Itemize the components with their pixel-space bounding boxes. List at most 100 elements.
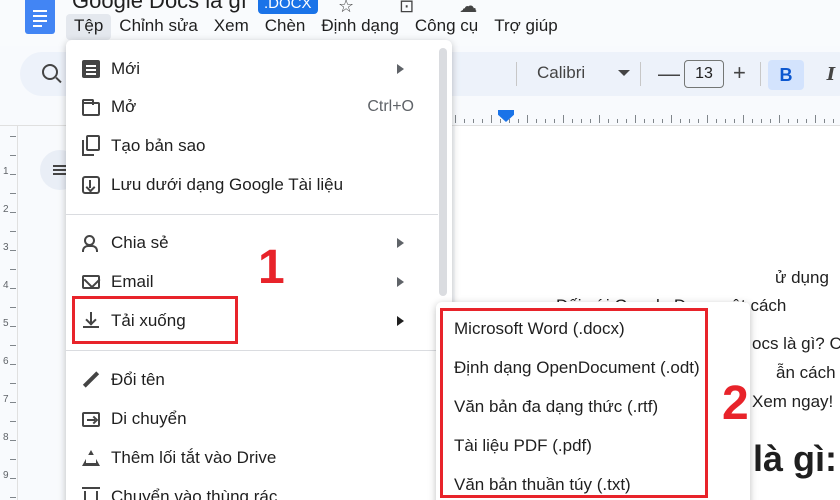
ruler-tick — [689, 119, 690, 123]
toolbar-divider — [760, 62, 761, 86]
ruler-tick — [464, 119, 465, 123]
file-type-badge: .DOCX — [258, 0, 318, 14]
document-title[interactable]: Google Docs là gì — [72, 0, 247, 14]
ruler-tick — [833, 119, 834, 123]
menu-item-share[interactable]: Chia sẻ — [66, 224, 442, 262]
ruler-tick — [10, 212, 16, 213]
ruler-tick — [500, 119, 501, 123]
ruler-tick — [10, 155, 16, 156]
vertical-ruler-number: 1 — [3, 166, 9, 177]
ruler-tick — [752, 119, 753, 123]
bold-button[interactable]: B — [768, 60, 804, 90]
menu-item-make-copy[interactable]: Tạo bản sao — [66, 127, 442, 165]
ruler-tick — [824, 119, 825, 123]
menu-item-rename[interactable]: Đổi tên — [66, 361, 442, 399]
ruler-tick — [554, 119, 555, 123]
font-family-select[interactable]: Calibri — [537, 63, 585, 83]
ruler-tick — [10, 478, 16, 479]
vertical-ruler-number: 4 — [3, 280, 9, 291]
ruler-tick — [608, 119, 609, 123]
ruler-tick — [10, 288, 16, 289]
ruler-tick — [10, 193, 16, 194]
ruler-tick — [761, 119, 762, 123]
pencil-icon — [82, 371, 100, 389]
ruler-tick — [644, 119, 645, 123]
menu-item-new[interactable]: Mới — [66, 50, 442, 88]
vertical-ruler[interactable]: 1 2 3 4 5 6 7 8 9 — [0, 126, 18, 500]
menu-scrollbar[interactable] — [439, 48, 447, 296]
increase-font-size-button[interactable]: + — [733, 60, 746, 86]
menu-item-open[interactable]: Mở Ctrl+O — [66, 88, 442, 126]
menu-help[interactable]: Trợ giúp — [486, 14, 565, 40]
menu-item-label: Lưu dưới dạng Google Tài liệu — [111, 175, 344, 194]
ruler-tick — [10, 250, 16, 251]
ruler-tick — [671, 115, 672, 123]
menu-bar: Tệp Chỉnh sửa Xem Chèn Định dạng Công cụ… — [66, 14, 566, 40]
menu-item-label: Di chuyển — [111, 409, 187, 428]
document-heading: là gì: — [753, 438, 838, 479]
vertical-ruler-number: 7 — [3, 394, 9, 405]
ruler-tick — [626, 119, 627, 123]
italic-button[interactable]: I — [816, 60, 840, 90]
save-icon — [82, 176, 100, 194]
menu-insert[interactable]: Chèn — [257, 14, 314, 40]
ruler-tick — [10, 136, 16, 137]
ruler-tick — [518, 119, 519, 123]
ruler-tick — [10, 364, 16, 365]
menu-item-add-shortcut[interactable]: Thêm lối tắt vào Drive — [66, 439, 442, 477]
ruler-tick — [473, 119, 474, 123]
docs-logo-icon[interactable] — [25, 0, 55, 34]
annotation-box-download — [72, 296, 238, 344]
menu-file[interactable]: Tệp — [66, 14, 112, 40]
menu-view[interactable]: Xem — [206, 14, 257, 40]
vertical-ruler-number: 5 — [3, 318, 9, 329]
ruler-tick — [509, 119, 510, 123]
vertical-ruler-number: 6 — [3, 356, 9, 367]
menu-item-label: Mới — [111, 59, 141, 78]
menu-item-save-as-google-doc[interactable]: Lưu dưới dạng Google Tài liệu — [66, 166, 442, 204]
ruler-tick — [797, 119, 798, 123]
vertical-ruler-number: 8 — [3, 432, 9, 443]
search-icon[interactable] — [42, 64, 58, 80]
menu-tools[interactable]: Công cụ — [407, 14, 486, 40]
ruler-tick — [10, 440, 16, 441]
ruler-tick — [527, 115, 528, 123]
menu-edit[interactable]: Chỉnh sửa — [111, 14, 205, 40]
ruler-tick — [590, 119, 591, 123]
vertical-ruler-number: 2 — [3, 204, 9, 215]
keyboard-shortcut: Ctrl+O — [367, 98, 414, 115]
annotation-step-2: 2 — [722, 377, 749, 430]
menu-item-move[interactable]: Di chuyển — [66, 400, 442, 438]
menu-divider — [66, 214, 438, 215]
menu-item-move-to-trash[interactable]: Chuyển vào thùng rác — [66, 478, 442, 500]
ruler-tick — [10, 345, 16, 346]
person-add-icon — [82, 234, 100, 252]
chevron-right-icon — [397, 316, 404, 326]
ruler-tick — [581, 119, 582, 123]
decrease-font-size-button[interactable]: — — [658, 61, 680, 87]
ruler-tick — [10, 174, 16, 175]
vertical-ruler-number: 9 — [3, 470, 9, 481]
ruler-tick — [653, 119, 654, 123]
ruler-tick — [734, 119, 735, 123]
ruler-tick — [10, 421, 16, 422]
drive-shortcut-icon — [82, 450, 100, 466]
menu-item-label: Đổi tên — [111, 370, 165, 389]
ruler-tick — [815, 115, 816, 123]
chevron-right-icon — [397, 64, 404, 74]
ruler-tick — [545, 119, 546, 123]
ruler-tick — [698, 119, 699, 123]
ruler-tick — [707, 115, 708, 123]
font-size-input[interactable]: 13 — [684, 60, 724, 88]
ruler-tick — [662, 119, 663, 123]
menu-item-label: Email — [111, 272, 154, 291]
ruler-tick — [716, 119, 717, 123]
body-text-line: Xem ngay! — [752, 392, 834, 411]
ruler-tick — [743, 115, 744, 123]
body-text-line: ẫn cách tạ — [776, 363, 840, 382]
trash-icon — [82, 487, 100, 500]
menu-format[interactable]: Định dạng — [313, 14, 407, 40]
menu-divider — [66, 350, 438, 351]
ruler-tick — [806, 119, 807, 123]
chevron-down-icon[interactable] — [618, 70, 630, 76]
